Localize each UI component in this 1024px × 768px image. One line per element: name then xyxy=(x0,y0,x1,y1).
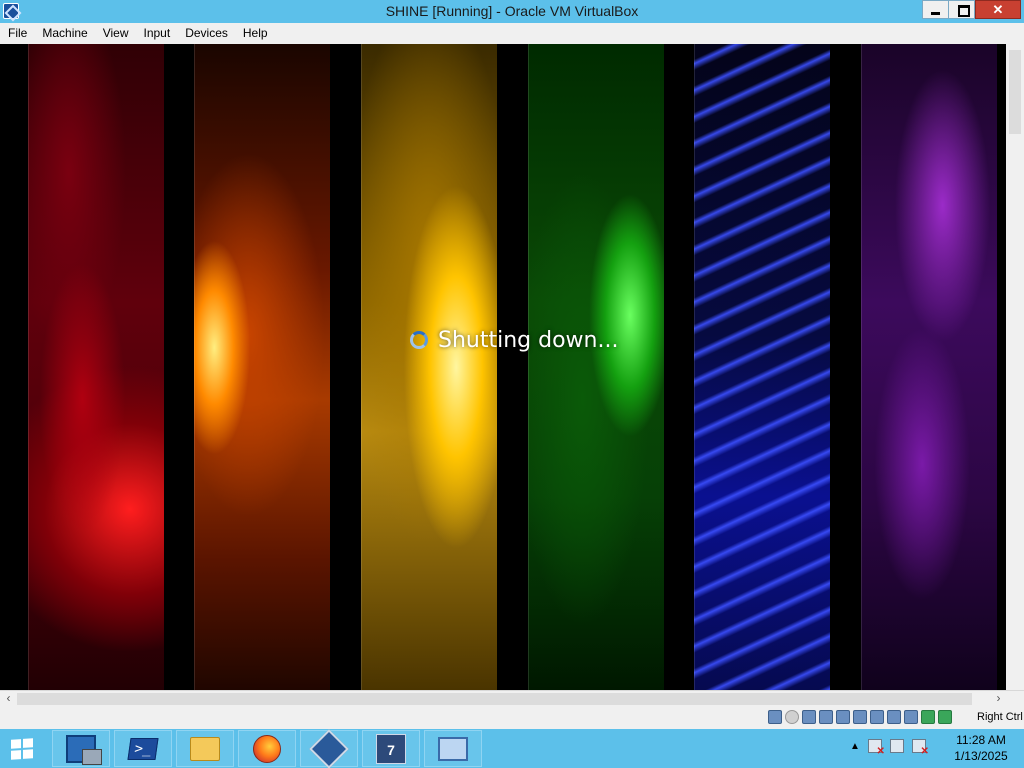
scroll-left-arrow-icon[interactable]: ‹ xyxy=(0,691,17,707)
volume-muted-icon[interactable] xyxy=(911,739,929,757)
wallpaper-panel-blue xyxy=(694,44,830,690)
show-hidden-icons-icon[interactable]: ▲ xyxy=(850,741,860,752)
shared-folders-icon[interactable] xyxy=(853,710,867,724)
video-capture-icon[interactable] xyxy=(887,710,901,724)
menu-input[interactable]: Input xyxy=(136,23,178,44)
action-center-flag-icon[interactable] xyxy=(867,739,885,757)
menu-file[interactable]: File xyxy=(0,23,34,44)
display-icon[interactable] xyxy=(870,710,884,724)
taskbar-server-manager[interactable] xyxy=(52,730,110,767)
window-title: SHINE [Running] - Oracle VM VirtualBox xyxy=(385,3,639,19)
host-key-label: Right Ctrl xyxy=(977,711,1023,723)
taskbar-remote-desktop[interactable] xyxy=(424,730,482,767)
vertical-scrollbar[interactable] xyxy=(1006,44,1024,690)
optical-drive-icon[interactable] xyxy=(785,710,799,724)
virtualbox-icon xyxy=(309,728,349,768)
minimize-button[interactable] xyxy=(922,0,949,19)
remote-desktop-icon xyxy=(438,736,468,761)
mouse-integration-icon[interactable] xyxy=(921,710,935,724)
clock-time: 11:28 AM xyxy=(956,733,1006,747)
taskbar-powershell[interactable]: >_ xyxy=(114,730,172,767)
wallpaper-panel-yellow xyxy=(361,44,497,690)
taskbar-virtualbox[interactable] xyxy=(300,728,358,768)
network-tray-icon[interactable] xyxy=(889,739,904,753)
network-icon[interactable] xyxy=(819,710,833,724)
clock-date: 1/13/2025 xyxy=(954,749,1008,763)
firefox-icon xyxy=(253,734,281,763)
shutdown-text: Shutting down... xyxy=(438,327,619,353)
taskbar-file-explorer[interactable] xyxy=(176,730,234,767)
start-button[interactable] xyxy=(0,730,48,767)
title-bar: SHINE [Running] - Oracle VM VirtualBox xyxy=(0,0,1024,23)
system-tray: ▲ xyxy=(850,739,929,757)
menu-bar: File Machine View Input Devices Help xyxy=(0,23,1024,44)
menu-devices[interactable]: Devices xyxy=(177,23,235,44)
windows-logo-icon xyxy=(11,738,33,760)
scroll-right-arrow-icon[interactable]: › xyxy=(990,691,1007,707)
taskbar: >_ 7 ▲ 11:28 AM 1/13/2025 xyxy=(0,728,1024,768)
vm-display[interactable]: Shutting down... xyxy=(0,44,1006,690)
horizontal-scrollbar[interactable]: ‹ › xyxy=(0,690,1024,707)
menu-machine[interactable]: Machine xyxy=(34,23,94,44)
taskbar-windows7-vm[interactable]: 7 xyxy=(362,730,420,767)
restore-button[interactable] xyxy=(948,0,975,19)
menu-view[interactable]: View xyxy=(95,23,136,44)
menu-help[interactable]: Help xyxy=(235,23,275,44)
usb-icon[interactable] xyxy=(836,710,850,724)
close-button[interactable] xyxy=(975,0,1021,19)
shutdown-status: Shutting down... xyxy=(410,326,618,354)
virtualization-icon[interactable] xyxy=(904,710,918,724)
audio-icon[interactable] xyxy=(802,710,816,724)
taskbar-firefox[interactable] xyxy=(238,730,296,767)
horizontal-scroll-thumb[interactable] xyxy=(17,693,972,705)
powershell-icon: >_ xyxy=(127,737,159,760)
device-status-icons xyxy=(768,710,952,724)
status-bar: Right Ctrl xyxy=(0,707,1024,729)
system-clock[interactable]: 11:28 AM 1/13/2025 xyxy=(950,732,1012,764)
keyboard-capture-icon[interactable] xyxy=(938,710,952,724)
wallpaper-panel-orange xyxy=(194,44,330,690)
wallpaper-panel-red xyxy=(28,44,164,690)
wallpaper-panel-purple xyxy=(861,44,997,690)
hard-disk-icon[interactable] xyxy=(768,710,782,724)
loading-spinner-icon xyxy=(410,331,428,349)
windows-7-vm-icon: 7 xyxy=(376,733,406,764)
folder-icon xyxy=(190,736,220,761)
wallpaper-panel-green xyxy=(528,44,664,690)
server-manager-icon xyxy=(66,734,102,765)
